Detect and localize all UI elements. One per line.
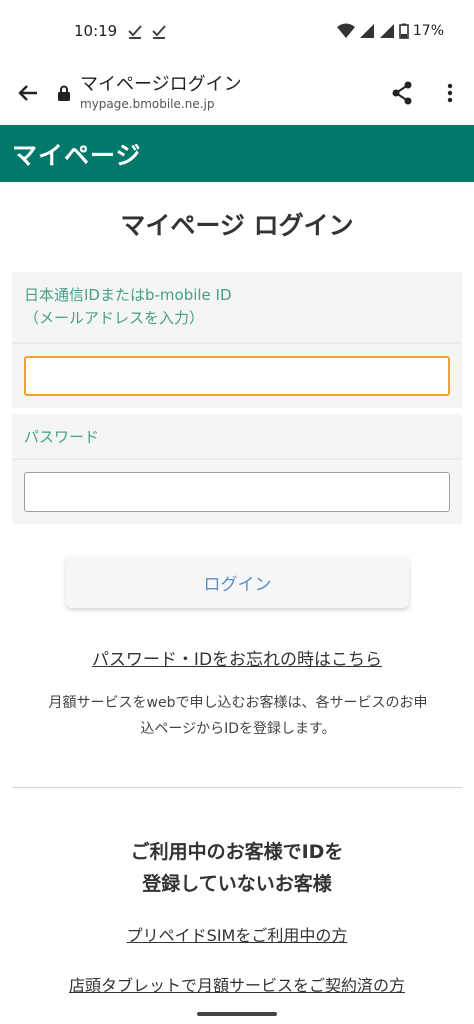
status-indicators: 17%	[336, 23, 444, 39]
registration-notice: 月額サービスをwebで申し込むお客様は、各サービスのお申 込ページからIDを登録…	[18, 690, 458, 742]
browser-url: mypage.bmobile.ne.jp	[80, 97, 215, 111]
signal-icon	[359, 24, 374, 38]
site-header-title[interactable]: マイページ	[12, 136, 142, 172]
unregistered-heading: ご利用中のお客様でIDを 登録していないお客様	[0, 836, 474, 900]
unregistered-heading-line2: 登録していないお客様	[142, 873, 332, 895]
check-icon	[152, 25, 166, 39]
lock-icon	[56, 85, 72, 101]
password-input[interactable]	[24, 472, 450, 512]
battery-level: 17%	[412, 23, 444, 39]
page-title: マイページ ログイン	[120, 211, 354, 240]
id-input[interactable]	[24, 356, 450, 396]
password-field-panel: パスワード	[12, 414, 462, 524]
forgot-password-link[interactable]: パスワード・IDをお忘れの時はこちら	[0, 645, 474, 670]
site-header: マイページ	[0, 125, 474, 182]
id-field-panel: 日本通信IDまたはb-mobile ID （メールアドレスを入力）	[12, 272, 462, 408]
id-field-label-line2: （メールアドレスを入力）	[24, 309, 205, 327]
url-bar[interactable]: マイページログイン mypage.bmobile.ne.jp	[80, 74, 384, 112]
back-arrow-icon[interactable]	[0, 62, 56, 124]
status-time: 10:19	[74, 22, 118, 40]
section-divider	[12, 787, 462, 788]
password-field-label: パスワード	[24, 428, 100, 446]
more-options-icon[interactable]	[432, 62, 468, 124]
wifi-icon	[336, 23, 355, 38]
share-icon[interactable]	[384, 62, 420, 124]
field-divider	[12, 342, 462, 344]
battery-icon	[399, 23, 409, 39]
login-button[interactable]: ログイン	[66, 556, 409, 608]
notice-line2: 込ページからIDを登録します。	[140, 721, 336, 737]
browser-page-title: マイページログイン	[80, 74, 242, 95]
id-field-label: 日本通信IDまたはb-mobile ID （メールアドレスを入力）	[12, 272, 462, 330]
notice-line1: 月額サービスをwebで申し込むお客様は、各サービスのお申	[48, 695, 428, 711]
unregistered-heading-line1: ご利用中のお客様でIDを	[130, 841, 344, 863]
store-tablet-link[interactable]: 店頭タブレットで月額サービスをご契約済の方	[0, 972, 474, 996]
notification-icons	[127, 23, 167, 39]
browser-bar: マイページログイン mypage.bmobile.ne.jp	[0, 62, 474, 124]
check-icon	[128, 25, 142, 39]
signal-icon	[379, 24, 394, 38]
field-divider	[12, 458, 462, 460]
status-bar: 10:19 17%	[0, 0, 474, 62]
id-field-label-line1: 日本通信IDまたはb-mobile ID	[24, 286, 232, 304]
gesture-nav-handle[interactable]	[197, 1012, 277, 1016]
prepaid-sim-link[interactable]: プリペイドSIMをご利用中の方	[0, 922, 474, 946]
